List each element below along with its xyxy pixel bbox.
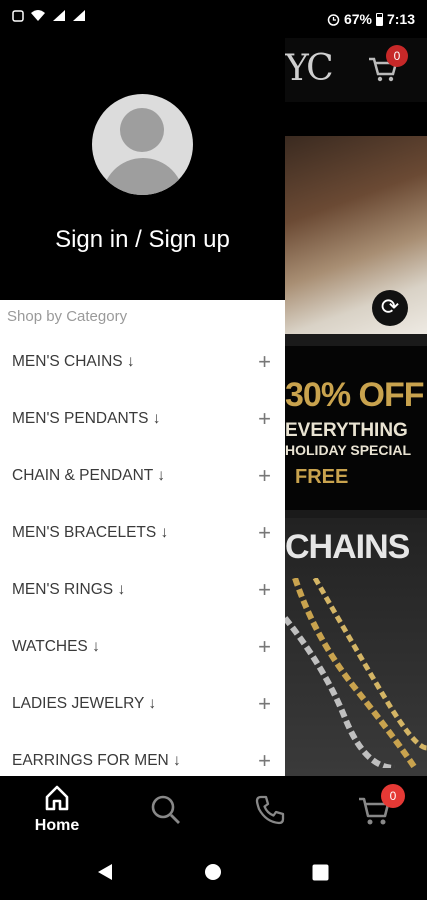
home-button-icon[interactable]	[204, 863, 222, 881]
back-icon[interactable]	[96, 863, 114, 881]
promo-subline: EVERYTHING	[285, 420, 408, 441]
nav-home[interactable]: Home	[27, 784, 87, 835]
refresh-icon[interactable]: ⟳	[372, 290, 408, 326]
nav-call[interactable]	[240, 794, 300, 831]
category-list: MEN'S CHAINS ↓ + MEN'S PENDANTS ↓ + CHAI…	[0, 334, 285, 776]
search-icon	[151, 795, 180, 824]
header-strip	[285, 102, 427, 136]
category-label: MEN'S RINGS ↓	[12, 581, 126, 598]
promo-subline-2: HOLIDAY SPECIAL	[285, 442, 412, 458]
signal-icon-2	[73, 10, 85, 21]
status-bar: 67% 7:13	[0, 0, 427, 38]
category-earrings-for-men[interactable]: EARRINGS FOR MEN ↓ +	[0, 732, 285, 776]
category-chain-pendant[interactable]: CHAIN & PENDANT ↓ +	[0, 448, 285, 505]
home-icon	[45, 785, 69, 811]
bottom-nav: Home 0	[0, 776, 427, 844]
background-app: YC 0 ⟳ 30% OFF EVERYTHING HOLIDAY SPECIA…	[285, 38, 427, 776]
battery-icon	[375, 12, 383, 26]
category-label: MEN'S CHAINS ↓	[12, 353, 135, 371]
system-nav-bar	[0, 844, 427, 900]
signal-icon	[53, 10, 65, 21]
expand-plus-icon[interactable]: +	[258, 463, 271, 489]
promo-headline: 30% OFF	[285, 376, 424, 414]
promo-free-shipping: FREE	[295, 466, 349, 488]
category-mens-pendants[interactable]: MEN'S PENDANTS ↓ +	[0, 391, 285, 448]
expand-plus-icon[interactable]: +	[258, 748, 271, 774]
nav-home-label: Home	[34, 817, 80, 834]
category-label: CHAIN & PENDANT ↓	[12, 467, 166, 485]
category-label: LADIES JEWELRY ↓	[12, 694, 157, 712]
category-label: WATCHES ↓	[12, 637, 100, 655]
app-header: YC 0	[285, 38, 427, 102]
expand-plus-icon[interactable]: +	[258, 520, 271, 546]
notification-icon	[12, 9, 24, 22]
expand-plus-icon[interactable]: +	[258, 406, 271, 432]
category-mens-bracelets[interactable]: MEN'S BRACELETS ↓ +	[0, 505, 285, 562]
battery-percent: 67%	[343, 11, 372, 27]
expand-plus-icon[interactable]: +	[258, 577, 271, 603]
category-label: MEN'S BRACELETS ↓	[12, 524, 169, 542]
navigation-drawer: Sign in / Sign up Shop by Category MEN'S…	[0, 38, 285, 776]
status-icons-right: 67% 7:13	[327, 11, 415, 27]
status-icons-left	[12, 9, 86, 22]
category-label: MEN'S PENDANTS ↓	[12, 410, 161, 428]
expand-plus-icon[interactable]: +	[258, 349, 271, 375]
category-watches[interactable]: WATCHES ↓ +	[0, 618, 285, 675]
cart-badge: 0	[381, 784, 405, 808]
chains-image	[285, 578, 427, 768]
header-cart-badge: 0	[386, 45, 408, 67]
recents-icon[interactable]	[312, 864, 329, 881]
category-ladies-jewelry[interactable]: LADIES JEWELRY ↓ +	[0, 675, 285, 732]
chains-title: CHAINS	[285, 528, 410, 566]
phone-icon	[255, 795, 285, 825]
expand-plus-icon[interactable]: +	[258, 691, 271, 717]
clock: 7:13	[386, 11, 415, 27]
alarm-icon	[327, 13, 340, 26]
avatar[interactable]	[92, 94, 193, 195]
category-mens-chains[interactable]: MEN'S CHAINS ↓ +	[0, 334, 285, 391]
nav-search[interactable]	[136, 794, 196, 831]
category-heading: Shop by Category	[7, 308, 128, 325]
wifi-icon	[31, 10, 45, 21]
chains-banner[interactable]: CHAINS	[285, 518, 427, 776]
category-label: EARRINGS FOR MEN ↓	[12, 751, 181, 769]
category-mens-rings[interactable]: MEN'S RINGS ↓ +	[0, 562, 285, 619]
promo-banner[interactable]: 30% OFF EVERYTHING HOLIDAY SPECIAL FREE	[285, 346, 427, 510]
signin-link[interactable]: Sign in / Sign up	[0, 226, 285, 254]
drawer-header: Sign in / Sign up	[0, 38, 285, 300]
expand-plus-icon[interactable]: +	[258, 634, 271, 660]
brand-logo: YC	[285, 48, 334, 89]
